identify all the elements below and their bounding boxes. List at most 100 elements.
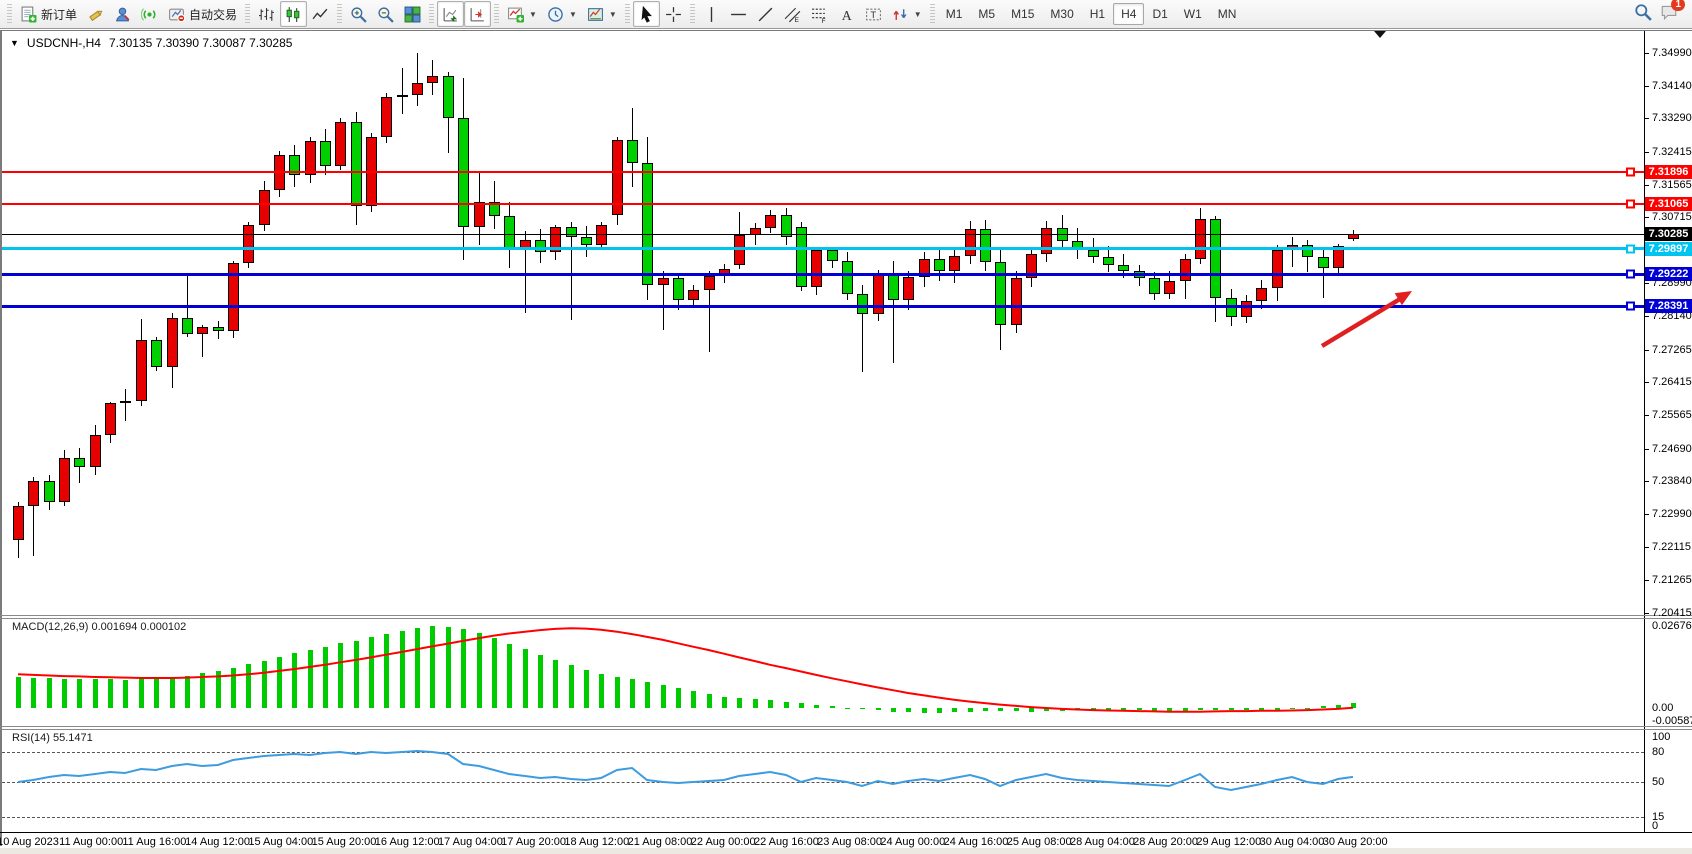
timeframe-h4-button[interactable]: H4 xyxy=(1113,3,1144,25)
horizontal-line-4-marker[interactable] xyxy=(1626,302,1635,311)
macd-histogram-bar xyxy=(1259,708,1264,710)
timeframe-d1-button[interactable]: D1 xyxy=(1144,3,1175,25)
signals-button[interactable] xyxy=(136,1,163,27)
time-axis-label: 28 Aug 04:00 xyxy=(1070,836,1135,848)
chart-shift-button[interactable] xyxy=(464,1,491,27)
time-axis-label: 25 Aug 08:00 xyxy=(1007,836,1072,848)
auto-scroll-button[interactable] xyxy=(437,1,464,27)
rsi-level-line xyxy=(2,782,1644,783)
macd-histogram-bar xyxy=(1213,708,1218,710)
templates-button[interactable]: ▼ xyxy=(582,1,622,27)
community-button[interactable] xyxy=(109,1,136,27)
candle xyxy=(704,276,715,290)
tile-windows-button[interactable] xyxy=(399,1,426,27)
candle xyxy=(474,202,485,227)
horizontal-line-4[interactable] xyxy=(2,305,1644,308)
candle xyxy=(995,262,1006,325)
pane-separator xyxy=(0,618,1692,619)
macd-histogram-bar xyxy=(323,647,328,708)
horizontal-line-0[interactable] xyxy=(2,171,1644,173)
horizontal-line-3[interactable] xyxy=(2,273,1644,276)
macd-histogram-bar xyxy=(645,682,650,708)
macd-histogram-bar xyxy=(538,655,543,708)
rsi-line xyxy=(18,751,1353,790)
rsi-axis-label: 50 xyxy=(1652,776,1664,788)
horizontal-line-button[interactable] xyxy=(725,1,752,27)
timeframe-m15-button[interactable]: M15 xyxy=(1003,3,1042,25)
macd-histogram-bar xyxy=(599,674,604,708)
price-axis-tick xyxy=(1644,152,1649,153)
symbol-period-label: USDCNH-,H4 xyxy=(27,36,101,50)
candle xyxy=(1210,219,1221,298)
price-axis-tick xyxy=(1644,283,1649,284)
candle xyxy=(796,227,807,287)
timeframe-h1-button[interactable]: H1 xyxy=(1082,3,1113,25)
candle xyxy=(1118,265,1129,271)
horizontal-line-1[interactable] xyxy=(2,203,1644,205)
autotrade-button[interactable]: 自动交易 xyxy=(163,1,242,27)
candle xyxy=(1149,278,1160,293)
macd-histogram-bar xyxy=(876,708,881,710)
text-label-button[interactable]: T xyxy=(860,1,887,27)
price-axis-tick xyxy=(1644,547,1649,548)
timeframe-m30-button[interactable]: M30 xyxy=(1042,3,1081,25)
macd-histogram-bar xyxy=(262,661,267,708)
macd-histogram-bar xyxy=(737,698,742,708)
chevron-down-icon: ▼ xyxy=(914,10,922,19)
horizontal-line-2[interactable] xyxy=(2,247,1644,250)
candle xyxy=(596,225,607,245)
candle xyxy=(44,481,55,502)
macd-histogram-bar xyxy=(922,708,927,713)
horizontal-line-2-marker[interactable] xyxy=(1626,244,1635,253)
macd-histogram-bar xyxy=(1075,708,1080,710)
candle xyxy=(443,76,454,118)
styler-button[interactable] xyxy=(82,1,109,27)
candle xyxy=(811,250,822,287)
candle xyxy=(1011,278,1022,325)
candle xyxy=(13,506,24,541)
bar-chart-button[interactable] xyxy=(253,1,280,27)
macd-histogram-bar xyxy=(446,627,451,708)
cursor-button[interactable] xyxy=(633,1,660,27)
macd-histogram-bar xyxy=(246,664,251,708)
horizontal-line-0-marker[interactable] xyxy=(1626,167,1635,176)
macd-histogram-bar xyxy=(1091,708,1096,710)
zoom-out-button[interactable] xyxy=(372,1,399,27)
notifications-button[interactable]: 1 xyxy=(1660,3,1678,26)
price-axis-tick-label: 7.33290 xyxy=(1652,112,1692,124)
periods-button[interactable]: ▼ xyxy=(542,1,582,27)
time-axis-label: 30 Aug 20:00 xyxy=(1323,836,1388,848)
timeframe-m1-button[interactable]: M1 xyxy=(938,3,971,25)
text-icon: A xyxy=(838,6,855,23)
candle xyxy=(1256,288,1267,302)
candle xyxy=(673,278,684,300)
candle xyxy=(627,140,638,163)
horizontal-line-1-marker[interactable] xyxy=(1626,199,1635,208)
macd-histogram-bar xyxy=(968,708,973,712)
new-order-button[interactable]: 新订单 xyxy=(15,1,82,27)
zoom-in-button[interactable] xyxy=(345,1,372,27)
arrows-button[interactable]: ▼ xyxy=(887,1,927,27)
price-axis-tick xyxy=(1644,481,1649,482)
rsi-level-line xyxy=(2,752,1644,753)
fibonacci-button[interactable]: F xyxy=(806,1,833,27)
horizontal-line-3-marker[interactable] xyxy=(1626,270,1635,279)
trendline-button[interactable] xyxy=(752,1,779,27)
timeframe-m5-button[interactable]: M5 xyxy=(970,3,1003,25)
text-button[interactable]: A xyxy=(833,1,860,27)
search-icon[interactable] xyxy=(1634,3,1652,26)
candle xyxy=(427,76,438,84)
candle xyxy=(1272,250,1283,287)
equidistant-channel-button[interactable]: E xyxy=(779,1,806,27)
indicators-button[interactable]: ▼ xyxy=(502,1,542,27)
vertical-line-button[interactable] xyxy=(698,1,725,27)
crosshair-button[interactable] xyxy=(660,1,687,27)
line-chart-button[interactable] xyxy=(307,1,334,27)
chart-expander-icon[interactable]: ▼ xyxy=(10,38,19,48)
candlestick-button[interactable] xyxy=(280,1,307,27)
macd-histogram-bar xyxy=(77,679,82,708)
timeframe-w1-button[interactable]: W1 xyxy=(1176,3,1210,25)
price-axis-tick xyxy=(1644,514,1649,515)
notification-count-badge: 1 xyxy=(1671,0,1685,11)
timeframe-mn-button[interactable]: MN xyxy=(1210,3,1245,25)
